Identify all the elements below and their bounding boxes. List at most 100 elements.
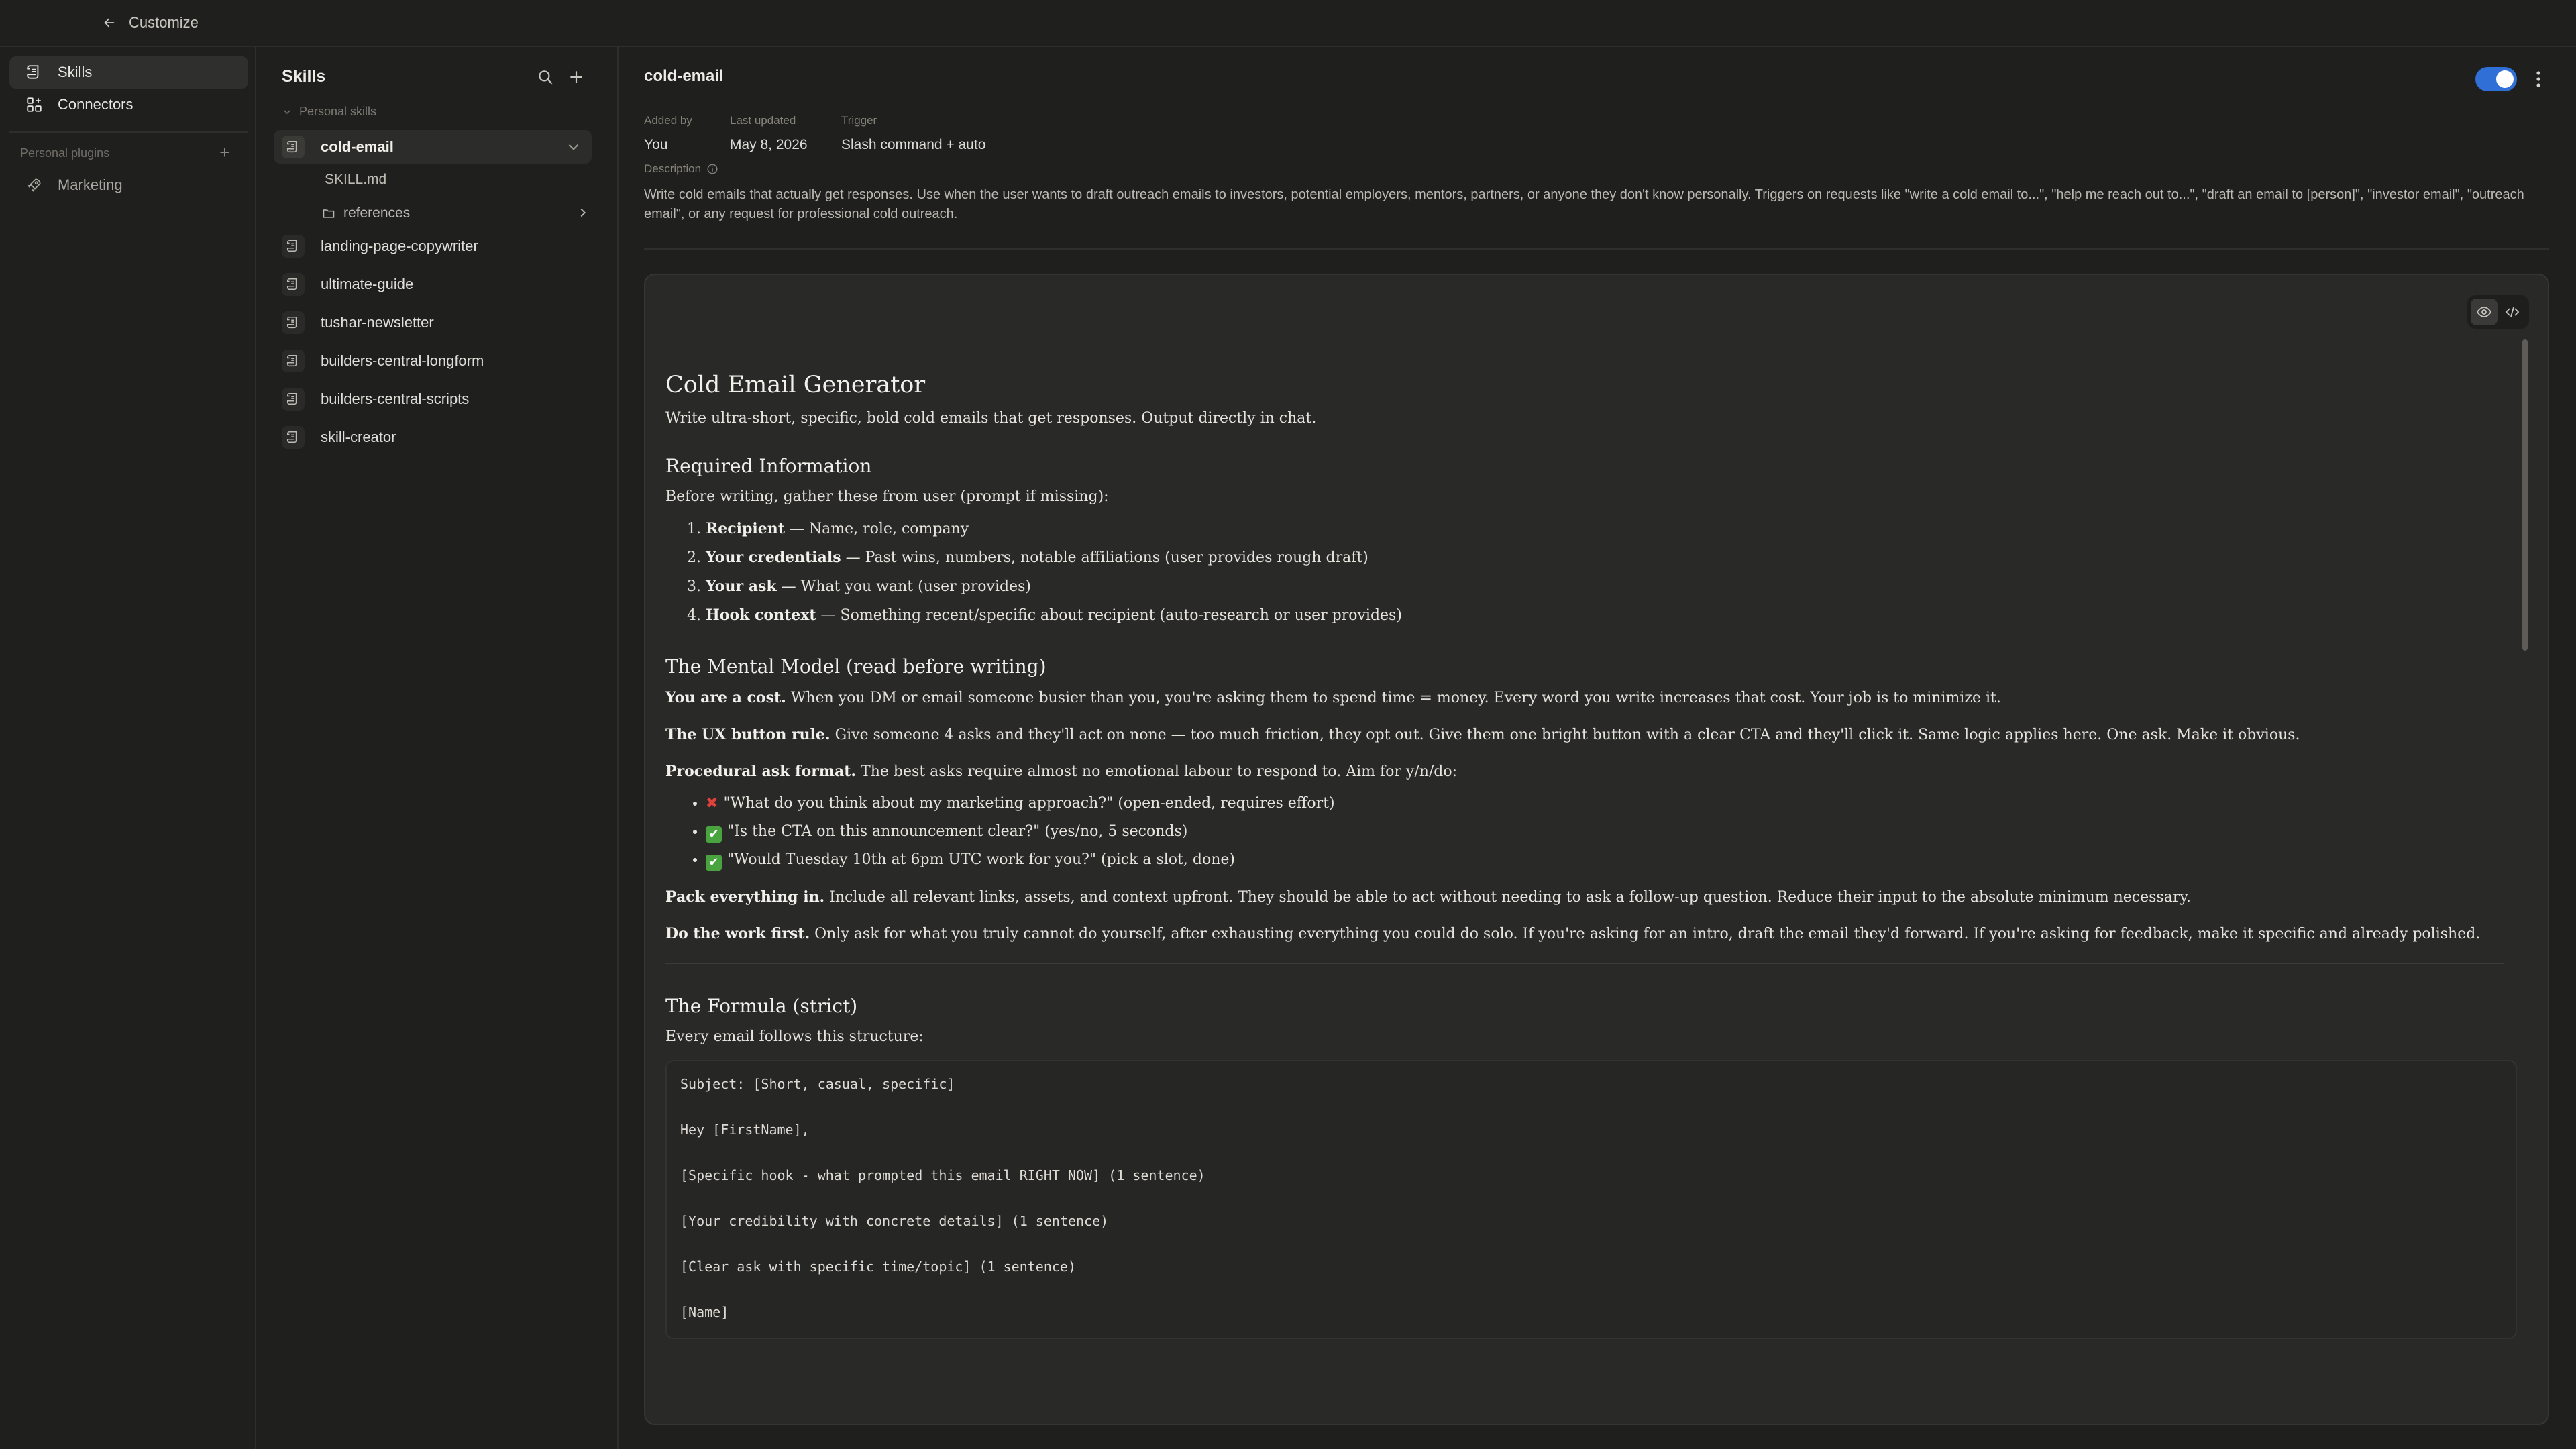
folder-references[interactable]: references — [322, 200, 590, 227]
item-bold: Hook context — [706, 606, 816, 624]
meta-label: Last updated — [730, 114, 796, 127]
paragraph: Procedural ask format. The best asks req… — [665, 761, 2504, 783]
page-title: cold-email — [644, 67, 724, 85]
item-text: — What you want (user provides) — [776, 578, 1031, 595]
paragraph: Pack everything in. Include all relevant… — [665, 886, 2504, 908]
code-line: [Clear ask with specific time/topic] (1 … — [680, 1258, 1077, 1275]
add-plugin-button[interactable] — [216, 144, 233, 161]
item-text: "Is the CTA on this announcement clear?"… — [727, 823, 1188, 840]
heading-required-information: Required Information — [665, 455, 872, 477]
arrow-left-icon — [102, 15, 117, 30]
list-item: Your ask — What you want (user provides) — [706, 572, 2504, 601]
para-text: The best asks require almost no emotiona… — [856, 763, 1458, 780]
list-item: ✔ "Is the CTA on this announcement clear?… — [706, 818, 2504, 846]
divider — [665, 963, 2504, 964]
document-content: Cold Email Generator Write ultra-short, … — [665, 372, 2517, 1339]
meta-added-by: Added by You — [644, 114, 692, 153]
code-line: Hey [FirstName], — [680, 1122, 810, 1138]
req-intro: Before writing, gather these from user (… — [665, 488, 1109, 505]
search-icon[interactable] — [534, 66, 557, 89]
item-text: — Something recent/specific about recipi… — [816, 607, 1402, 624]
nav-item-skills[interactable]: Skills — [9, 56, 248, 89]
grid-plus-icon — [25, 96, 43, 113]
meta-value: Slash command + auto — [841, 137, 986, 152]
code-block: Subject: [Short, casual, specific] Hey [… — [665, 1060, 2517, 1339]
description-text: Write cold emails that actually get resp… — [644, 187, 2524, 221]
formula-intro: Every email follows this structure: — [665, 1028, 924, 1045]
code-view-icon[interactable] — [2499, 299, 2526, 325]
heading-mental-model: The Mental Model (read before writing) — [665, 655, 1046, 678]
left-nav: Skills Connectors Personal plugins Marke… — [0, 47, 256, 1449]
item-text: "What do you think about my marketing ap… — [723, 795, 1335, 812]
item-text: — Past wins, numbers, notable affiliatio… — [841, 549, 1368, 566]
list-item: Recipient — Name, role, company — [706, 515, 2504, 543]
preview-eye-icon[interactable] — [2471, 299, 2498, 325]
paragraph: You are a cost. When you DM or email som… — [665, 687, 2504, 709]
skill-item-tushar-newsletter[interactable]: tushar-newsletter — [274, 306, 592, 339]
nav-item-label: Connectors — [58, 96, 133, 113]
section-personal-skills[interactable]: Personal skills — [282, 105, 376, 119]
skill-item-builders-central-scripts[interactable]: builders-central-scripts — [274, 382, 592, 416]
skill-label: cold-email — [321, 138, 394, 155]
group-label-personal-plugins: Personal plugins — [20, 146, 110, 160]
para-text: Only ask for what you truly cannot do yo… — [810, 926, 2481, 943]
code-line: [Specific hook - what prompted this emai… — [680, 1167, 1205, 1183]
skill-document-preview: Cold Email Generator Write ultra-short, … — [644, 274, 2549, 1425]
skill-label: builders-central-scripts — [321, 390, 470, 407]
para-bold: Pack everything in. — [665, 888, 825, 906]
file-label: SKILL.md — [325, 172, 387, 187]
back-label: Customize — [129, 14, 199, 31]
scroll-icon — [282, 136, 305, 158]
code-line: [Name] — [680, 1304, 729, 1320]
meta-value: You — [644, 137, 668, 152]
code-line: Subject: [Short, casual, specific] — [680, 1076, 955, 1092]
para-bold: The UX button rule. — [665, 726, 830, 743]
item-bold: Your ask — [706, 578, 777, 595]
folder-icon — [322, 207, 335, 220]
para-text: Give someone 4 asks and they'll act on n… — [830, 727, 2300, 743]
item-bold: Recipient — [706, 520, 785, 537]
para-bold: Procedural ask format. — [665, 763, 857, 780]
list-item: Hook context — Something recent/specific… — [706, 601, 2504, 630]
skill-item-ultimate-guide[interactable]: ultimate-guide — [274, 268, 592, 301]
doc-title: Cold Email Generator — [665, 372, 926, 398]
cross-mark-icon: ✖ — [706, 795, 718, 812]
scroll-icon — [282, 426, 305, 449]
para-bold: Do the work first. — [665, 925, 810, 943]
meta-last-updated: Last updated May 8, 2026 — [730, 114, 808, 153]
description-label: Description — [644, 162, 718, 176]
nav-divider — [9, 131, 248, 133]
list-item: ✖ "What do you think about my marketing a… — [706, 790, 2504, 818]
chevron-right-icon — [576, 205, 590, 220]
view-mode-toggle — [2467, 295, 2529, 329]
item-text: — Name, role, company — [784, 521, 969, 537]
skill-detail: cold-email Added by You Last updated May… — [620, 47, 2576, 1449]
skill-label: skill-creator — [321, 429, 396, 445]
rocket-icon — [25, 176, 43, 194]
more-options-icon[interactable] — [2529, 70, 2548, 89]
para-text: Include all relevant links, assets, and … — [824, 889, 2191, 906]
skill-item-landing-page-copywriter[interactable]: landing-page-copywriter — [274, 229, 592, 263]
file-skill-md[interactable]: SKILL.md — [325, 166, 386, 193]
enabled-toggle[interactable] — [2475, 67, 2517, 91]
skill-item-builders-central-longform[interactable]: builders-central-longform — [274, 344, 592, 378]
code-line: [Your credibility with concrete details]… — [680, 1213, 1109, 1229]
back-button[interactable]: Customize — [102, 14, 199, 32]
scroll-icon — [282, 235, 305, 258]
folder-label: references — [343, 205, 411, 221]
scroll-icon — [282, 273, 305, 296]
nav-item-connectors[interactable]: Connectors — [9, 89, 248, 121]
skill-item-skill-creator[interactable]: skill-creator — [274, 421, 592, 454]
add-skill-button[interactable] — [565, 66, 588, 89]
para-bold: You are a cost. — [665, 689, 786, 706]
skill-label: landing-page-copywriter — [321, 237, 478, 254]
chevron-down-icon[interactable] — [565, 138, 582, 156]
nav-item-marketing[interactable]: Marketing — [9, 169, 248, 201]
nav-item-label: Skills — [58, 64, 93, 80]
scroll-icon — [282, 311, 305, 334]
scrollbar[interactable] — [2522, 339, 2528, 651]
skill-item-cold-email[interactable]: cold-email — [274, 130, 592, 164]
info-icon[interactable] — [706, 163, 718, 175]
scroll-icon — [282, 350, 305, 372]
ask-examples-list: ✖ "What do you think about my marketing a… — [706, 790, 2504, 874]
